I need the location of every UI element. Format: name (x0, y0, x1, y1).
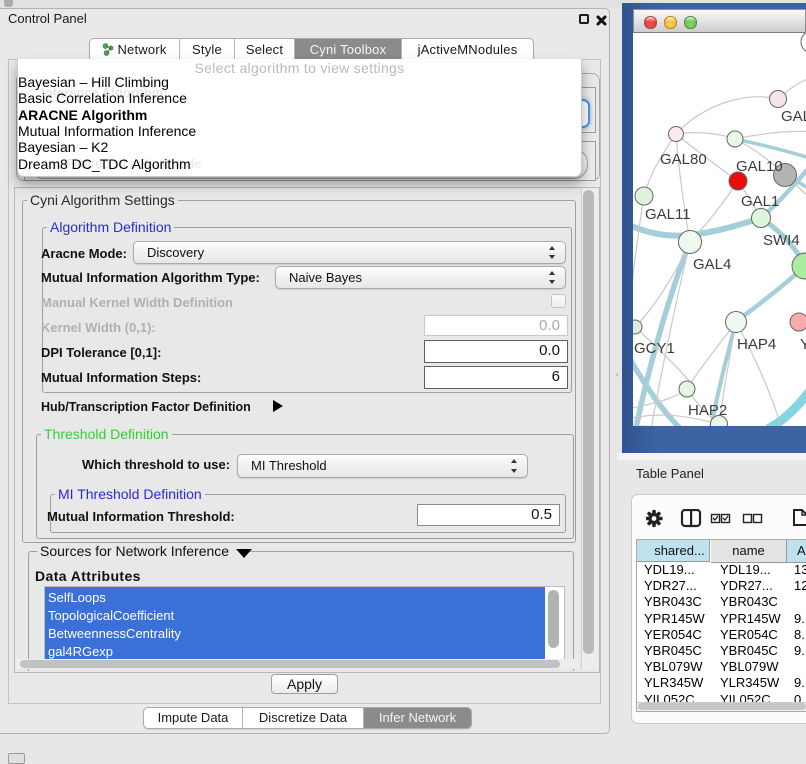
svg-text:GAL1: GAL1 (741, 193, 779, 210)
svg-text:GAL4: GAL4 (693, 256, 731, 273)
svg-text:HAP2: HAP2 (688, 402, 727, 419)
svg-text:SWI4: SWI4 (763, 232, 800, 249)
svg-text:GAL7: GAL7 (781, 108, 806, 125)
svg-text:GCY1: GCY1 (634, 340, 675, 357)
svg-text:GAL11: GAL11 (645, 206, 691, 223)
svg-text:GAL10: GAL10 (736, 158, 783, 175)
svg-text:Y: Y (800, 336, 806, 353)
svg-text:GAL80: GAL80 (660, 151, 707, 168)
svg-text:HAP4: HAP4 (737, 336, 776, 353)
